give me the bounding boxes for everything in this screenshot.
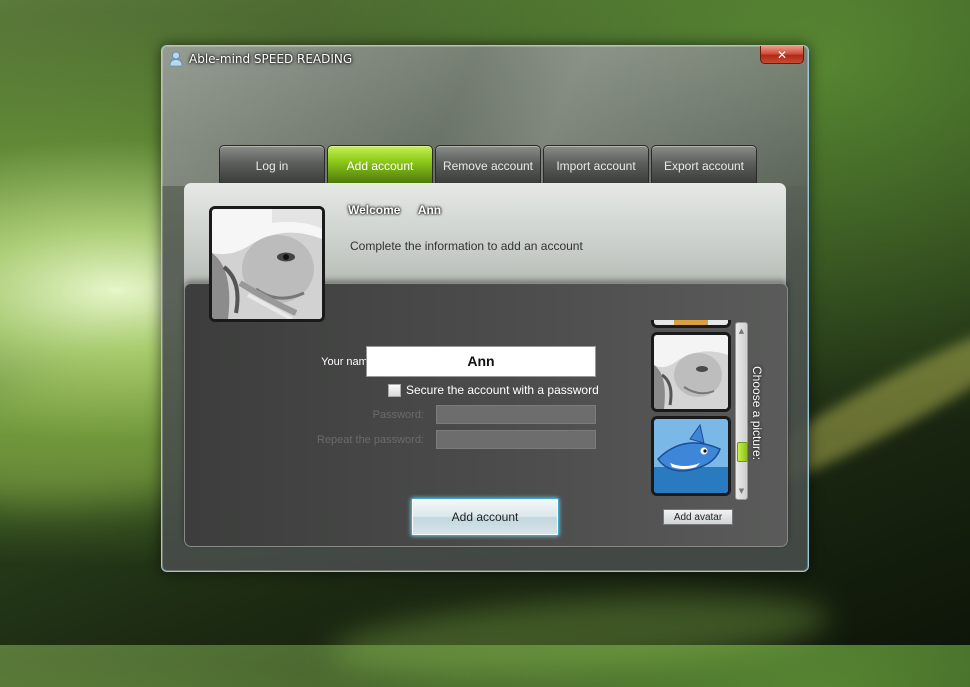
girl-portrait-image xyxy=(212,209,322,319)
avatar-image xyxy=(654,320,728,325)
welcome-heading: Welcome Ann xyxy=(348,203,441,217)
password-label: Password: xyxy=(372,409,424,421)
repeat-password-label: Repeat the password: xyxy=(316,434,424,446)
current-avatar xyxy=(209,206,325,322)
tab-export-account[interactable]: Export account xyxy=(651,145,757,183)
tab-import-account[interactable]: Import account xyxy=(543,145,649,183)
app-window: Able-mind SPEED READING ✕ Log in Add acc… xyxy=(161,45,809,572)
tab-log-in[interactable]: Log in xyxy=(219,145,325,183)
scrollbar-thumb[interactable] xyxy=(737,442,748,462)
add-account-form-panel: Your name: Ann Secure the account with a… xyxy=(184,283,788,547)
secure-password-checkbox[interactable] xyxy=(388,383,401,397)
choose-picture-label: Choose a picture: xyxy=(750,366,764,461)
secure-password-option[interactable]: Secure the account with a password xyxy=(388,383,599,397)
name-input[interactable]: Ann xyxy=(366,346,596,377)
password-input[interactable] xyxy=(436,405,596,424)
scroll-down-arrow-icon[interactable]: ▼ xyxy=(736,485,747,497)
user-icon xyxy=(169,51,183,67)
avatar-thumb-girl[interactable] xyxy=(651,332,731,412)
tab-remove-account[interactable]: Remove account xyxy=(435,145,541,183)
close-icon: ✕ xyxy=(776,47,788,62)
scroll-up-arrow-icon[interactable]: ▲ xyxy=(736,325,747,337)
shark-avatar-image xyxy=(654,419,728,493)
avatar-thumb-shark[interactable] xyxy=(651,416,731,496)
account-tabs: Log in Add account Remove account Import… xyxy=(219,143,759,183)
repeat-password-input[interactable] xyxy=(436,430,596,449)
tab-add-account[interactable]: Add account xyxy=(327,145,433,183)
welcome-text: Welcome xyxy=(348,203,401,217)
secure-password-label: Secure the account with a password xyxy=(406,383,599,397)
avatar-thumb-partial[interactable] xyxy=(651,320,731,328)
avatar-list[interactable] xyxy=(651,320,733,504)
add-account-button[interactable]: Add account xyxy=(411,498,559,536)
welcome-user-name: Ann xyxy=(417,203,442,217)
avatar-scrollbar[interactable]: ▲ ▼ xyxy=(735,322,748,500)
name-label: Your name: xyxy=(321,356,377,368)
add-avatar-button[interactable]: Add avatar xyxy=(663,509,733,525)
header-subtitle: Complete the information to add an accou… xyxy=(350,239,583,253)
girl-avatar-image xyxy=(654,335,728,409)
close-button[interactable]: ✕ xyxy=(760,46,804,64)
title-bar[interactable]: Able-mind SPEED READING ✕ xyxy=(162,46,808,72)
window-title: Able-mind SPEED READING xyxy=(189,52,353,66)
